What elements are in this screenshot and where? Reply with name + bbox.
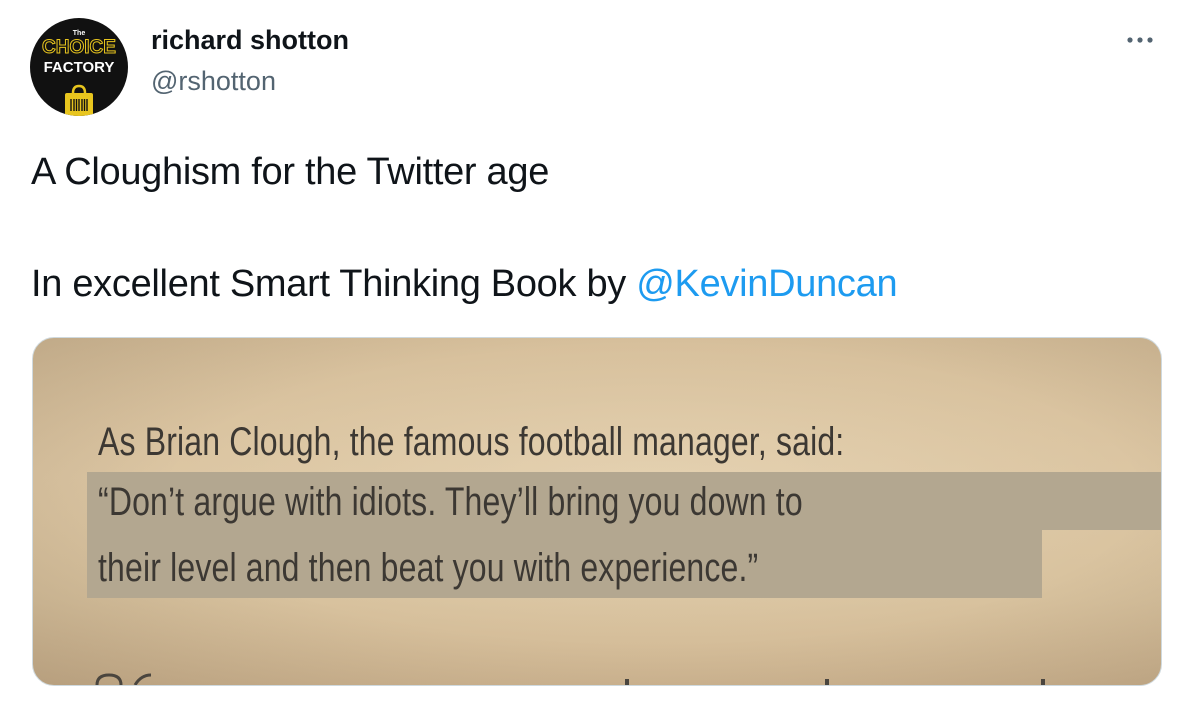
book-text-line: “Don’t argue with idiots. They’ll bring …: [98, 480, 803, 524]
shopping-bag-icon: [65, 84, 93, 116]
tweet-text-line2: In excellent Smart Thinking Book by @Kev…: [31, 263, 898, 306]
book-text-line: their level and then beat you with exper…: [98, 546, 759, 590]
author-name[interactable]: richard shotton: [151, 25, 349, 56]
tweet-text-line1: A Cloughism for the Twitter age: [31, 151, 550, 193]
avatar-top-text: The: [72, 30, 86, 37]
cropped-text-fragments: [95, 673, 1045, 685]
more-horizontal-icon[interactable]: [1122, 28, 1158, 52]
mention-link[interactable]: @KevinDuncan: [636, 263, 897, 305]
avatar-brand-line2: FACTORY: [43, 59, 115, 76]
author-handle[interactable]: @rshotton: [151, 66, 276, 97]
book-text-line: As Brian Clough, the famous football man…: [98, 420, 845, 464]
avatar[interactable]: The CHOICE FACTORY: [30, 18, 128, 116]
tweet-photo[interactable]: As Brian Clough, the famous football man…: [32, 337, 1162, 686]
tweet-text-prefix: In excellent Smart Thinking Book by: [31, 263, 637, 305]
avatar-brand-line1: CHOICE: [42, 37, 117, 59]
